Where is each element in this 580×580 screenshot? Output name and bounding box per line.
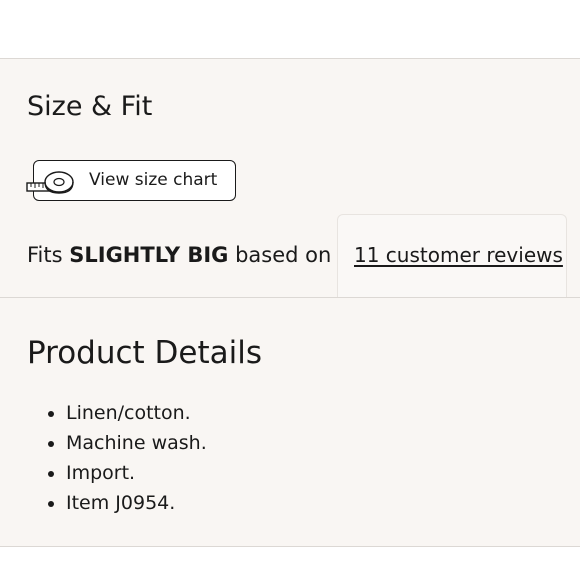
- detail-text: Machine wash.: [66, 432, 207, 454]
- fit-value: SLIGHTLY BIG: [69, 243, 229, 267]
- bullet-dot-icon: [48, 501, 54, 507]
- product-info-page: Size & Fit View size chart Fits SLIGHTLY…: [0, 0, 580, 580]
- list-item: Import.: [48, 458, 207, 488]
- detail-text: Linen/cotton.: [66, 402, 191, 424]
- view-size-chart-label: View size chart: [89, 170, 218, 190]
- product-details-list: Linen/cotton. Machine wash. Import. Item…: [48, 398, 207, 518]
- detail-text: Import.: [66, 462, 136, 484]
- fit-prefix: Fits: [27, 243, 63, 267]
- bullet-dot-icon: [48, 441, 54, 447]
- list-item: Machine wash.: [48, 428, 207, 458]
- view-size-chart-button[interactable]: View size chart: [26, 160, 236, 201]
- fit-suffix: based on: [235, 243, 332, 267]
- bullet-dot-icon: [48, 471, 54, 477]
- list-item: Item J0954.: [48, 488, 207, 518]
- product-details-heading: Product Details: [27, 335, 263, 371]
- customer-reviews-link[interactable]: 11 customer reviews: [354, 240, 563, 270]
- top-spacer: [0, 0, 580, 58]
- size-fit-heading: Size & Fit: [27, 91, 153, 122]
- size-fit-section: Size & Fit View size chart Fits SLIGHTLY…: [0, 58, 580, 298]
- bullet-dot-icon: [48, 411, 54, 417]
- reviews-link-container: 11 customer reviews: [337, 214, 567, 298]
- list-item: Linen/cotton.: [48, 398, 207, 428]
- bottom-spacer: [0, 547, 580, 580]
- fit-summary: Fits SLIGHTLY BIG based on: [27, 240, 331, 270]
- measuring-tape-icon: [26, 171, 74, 194]
- product-details-section: Product Details Linen/cotton. Machine wa…: [0, 297, 580, 547]
- detail-text: Item J0954.: [66, 492, 176, 514]
